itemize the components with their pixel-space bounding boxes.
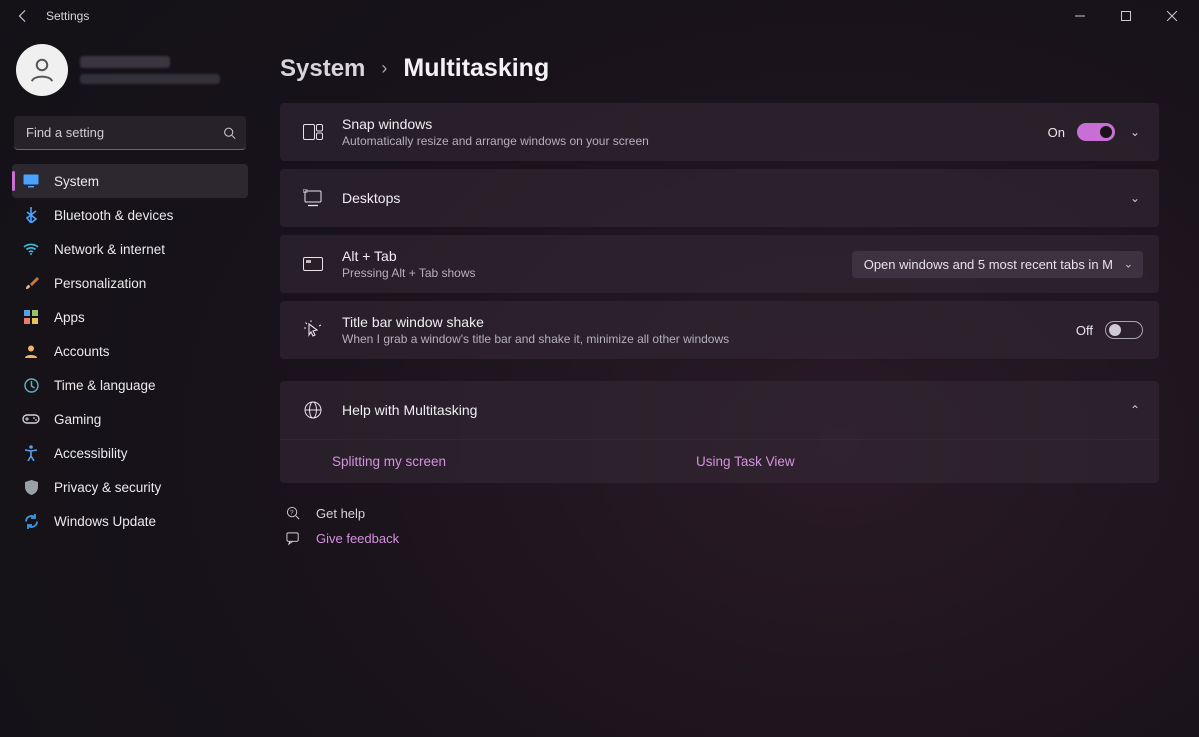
setting-title-bar-shake[interactable]: Title bar window shake When I grab a win… bbox=[280, 301, 1159, 359]
sidebar-item-label: Time & language bbox=[54, 378, 156, 393]
update-icon bbox=[22, 512, 40, 530]
help-link-taskview[interactable]: Using Task View bbox=[696, 454, 795, 469]
search-icon bbox=[223, 127, 236, 140]
breadcrumb: System › Multitasking bbox=[280, 54, 1159, 83]
avatar bbox=[16, 44, 68, 96]
feedback-icon bbox=[284, 531, 302, 546]
setting-subtitle: When I grab a window's title bar and sha… bbox=[342, 332, 729, 346]
get-help-link[interactable]: ? Get help bbox=[280, 501, 1159, 526]
help-header[interactable]: Help with Multitasking ⌃ bbox=[280, 381, 1159, 439]
setting-desktops[interactable]: Desktops ⌄ bbox=[280, 169, 1159, 227]
person-icon bbox=[22, 342, 40, 360]
setting-title: Title bar window shake bbox=[342, 314, 729, 330]
sidebar-item-time-language[interactable]: Time & language bbox=[12, 368, 248, 402]
sidebar-item-system[interactable]: System bbox=[12, 164, 248, 198]
setting-snap-windows[interactable]: Snap windows Automatically resize and ar… bbox=[280, 103, 1159, 161]
chevron-down-icon[interactable]: ⌄ bbox=[1127, 191, 1143, 205]
gamepad-icon bbox=[22, 410, 40, 428]
close-button[interactable] bbox=[1149, 2, 1195, 30]
chevron-right-icon: › bbox=[381, 58, 387, 79]
get-help-label: Get help bbox=[316, 506, 365, 521]
sidebar-item-label: Personalization bbox=[54, 276, 146, 291]
setting-alt-tab[interactable]: Alt + Tab Pressing Alt + Tab shows Open … bbox=[280, 235, 1159, 293]
help-icon: ? bbox=[284, 506, 302, 521]
setting-title: Desktops bbox=[342, 190, 400, 206]
alt-tab-dropdown[interactable]: Open windows and 5 most recent tabs in M… bbox=[852, 251, 1143, 278]
help-link-splitting[interactable]: Splitting my screen bbox=[332, 454, 446, 469]
svg-text:?: ? bbox=[290, 509, 294, 516]
sidebar-item-accounts[interactable]: Accounts bbox=[12, 334, 248, 368]
sidebar-item-label: Bluetooth & devices bbox=[54, 208, 173, 223]
brush-icon bbox=[22, 274, 40, 292]
sidebar-item-bluetooth-devices[interactable]: Bluetooth & devices bbox=[12, 198, 248, 232]
snap-toggle[interactable] bbox=[1077, 123, 1115, 141]
sidebar-item-label: Windows Update bbox=[54, 514, 156, 529]
setting-subtitle: Automatically resize and arrange windows… bbox=[342, 134, 649, 148]
breadcrumb-current: Multitasking bbox=[403, 54, 549, 83]
main-content: System › Multitasking Snap windows Autom… bbox=[260, 32, 1199, 737]
sidebar-item-windows-update[interactable]: Windows Update bbox=[12, 504, 248, 538]
shake-toggle[interactable] bbox=[1105, 321, 1143, 339]
setting-title: Snap windows bbox=[342, 116, 649, 132]
setting-title: Alt + Tab bbox=[342, 248, 476, 264]
sidebar-item-network-internet[interactable]: Network & internet bbox=[12, 232, 248, 266]
sidebar-item-label: System bbox=[54, 174, 99, 189]
footer-links: ? Get help Give feedback bbox=[280, 501, 1159, 551]
profile-name-redacted bbox=[80, 56, 170, 68]
sidebar-item-apps[interactable]: Apps bbox=[12, 300, 248, 334]
chevron-up-icon[interactable]: ⌃ bbox=[1127, 403, 1143, 417]
bluetooth-icon bbox=[22, 206, 40, 224]
toggle-label: On bbox=[1048, 125, 1065, 140]
desktops-icon bbox=[302, 187, 324, 209]
accessibility-icon bbox=[22, 444, 40, 462]
search-input[interactable] bbox=[14, 116, 246, 150]
give-feedback-link[interactable]: Give feedback bbox=[280, 526, 1159, 551]
profile-section[interactable] bbox=[12, 38, 248, 110]
profile-text bbox=[80, 56, 220, 84]
give-feedback-label: Give feedback bbox=[316, 531, 399, 546]
apps-icon bbox=[22, 308, 40, 326]
snap-layout-icon bbox=[302, 121, 324, 143]
wifi-icon bbox=[22, 240, 40, 258]
dropdown-selected: Open windows and 5 most recent tabs in M bbox=[864, 257, 1113, 272]
sidebar-item-label: Privacy & security bbox=[54, 480, 161, 495]
cursor-shake-icon bbox=[302, 319, 324, 341]
globe-help-icon bbox=[302, 399, 324, 421]
display-icon bbox=[22, 172, 40, 190]
clock-globe-icon bbox=[22, 376, 40, 394]
breadcrumb-parent[interactable]: System bbox=[280, 55, 365, 83]
sidebar-item-personalization[interactable]: Personalization bbox=[12, 266, 248, 300]
chevron-down-icon[interactable]: ⌄ bbox=[1127, 125, 1143, 139]
search-wrap bbox=[14, 116, 246, 150]
help-section: Help with Multitasking ⌃ Splitting my sc… bbox=[280, 381, 1159, 483]
sidebar-item-accessibility[interactable]: Accessibility bbox=[12, 436, 248, 470]
chevron-down-icon: ⌄ bbox=[1124, 258, 1133, 271]
sidebar-item-privacy-security[interactable]: Privacy & security bbox=[12, 470, 248, 504]
shield-icon bbox=[22, 478, 40, 496]
sidebar: System Bluetooth & devices Network & inter… bbox=[0, 32, 260, 737]
title-bar: Settings bbox=[0, 0, 1199, 32]
sidebar-item-gaming[interactable]: Gaming bbox=[12, 402, 248, 436]
window-title: Settings bbox=[46, 9, 89, 23]
sidebar-item-label: Accessibility bbox=[54, 446, 128, 461]
sidebar-item-label: Network & internet bbox=[54, 242, 165, 257]
sidebar-item-label: Gaming bbox=[54, 412, 101, 427]
profile-email-redacted bbox=[80, 74, 220, 84]
sidebar-item-label: Apps bbox=[54, 310, 85, 325]
alt-tab-icon bbox=[302, 253, 324, 275]
setting-subtitle: Pressing Alt + Tab shows bbox=[342, 266, 476, 280]
help-title: Help with Multitasking bbox=[342, 402, 477, 418]
maximize-button[interactable] bbox=[1103, 2, 1149, 30]
sidebar-item-label: Accounts bbox=[54, 344, 110, 359]
help-links: Splitting my screen Using Task View bbox=[280, 439, 1159, 483]
back-button[interactable] bbox=[4, 0, 42, 32]
minimize-button[interactable] bbox=[1057, 2, 1103, 30]
toggle-label: Off bbox=[1076, 323, 1093, 338]
nav-list: System Bluetooth & devices Network & inter… bbox=[12, 164, 248, 538]
